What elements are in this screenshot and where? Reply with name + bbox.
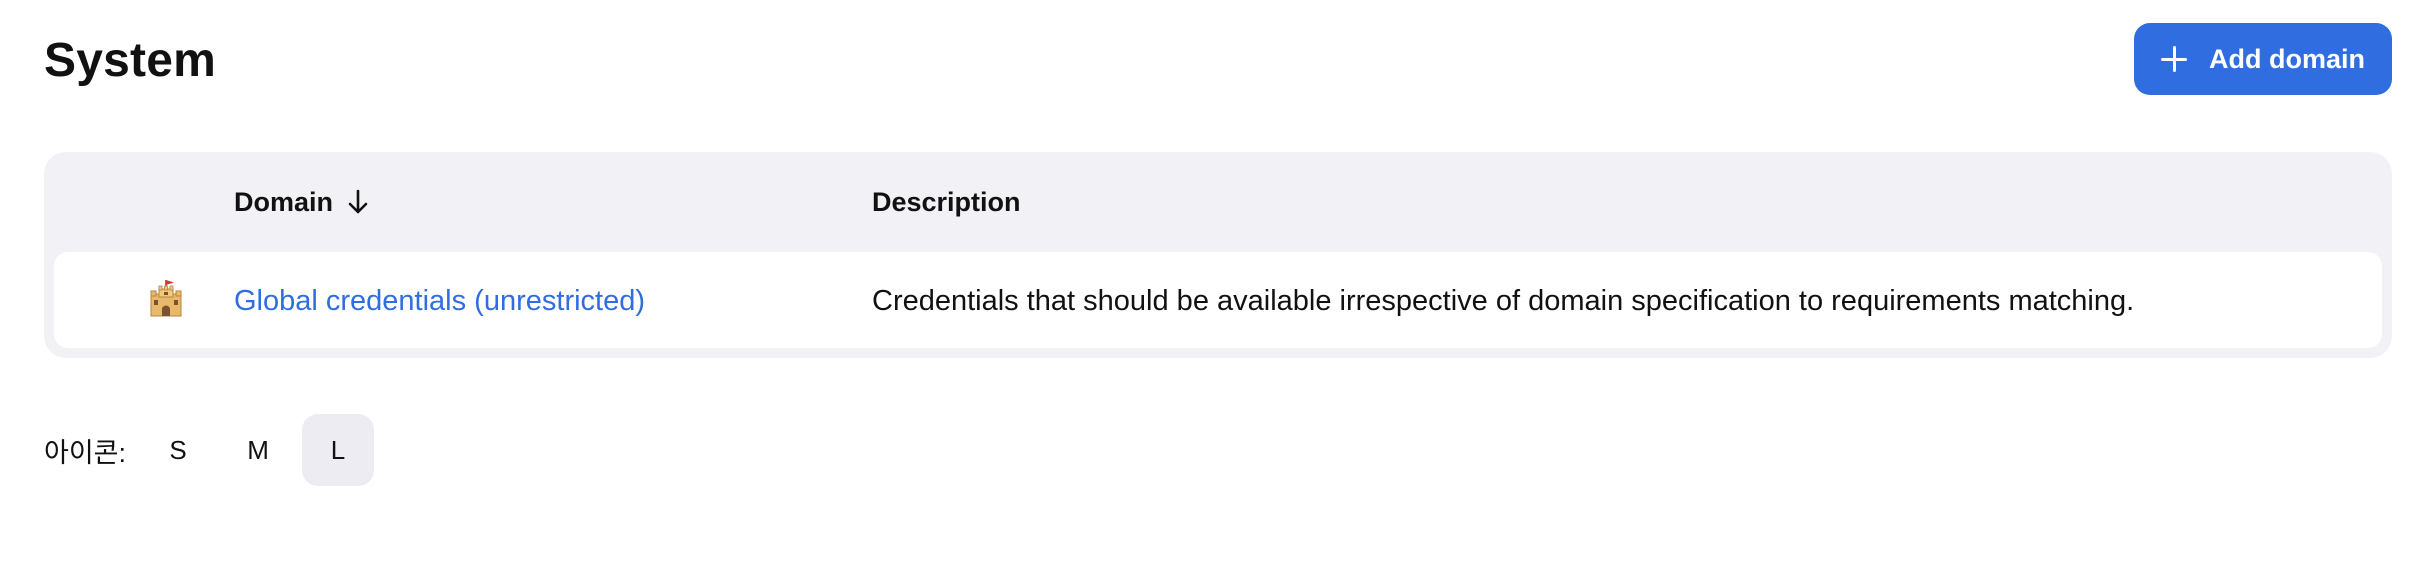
table-header: Domain Description — [44, 152, 2392, 252]
icon-size-large-button[interactable]: L — [302, 414, 375, 486]
column-header-domain-label: Domain — [234, 187, 334, 217]
icon-size-label: 아이콘: — [44, 437, 127, 468]
table-row: Global credentials (unrestricted) Creden… — [54, 252, 2382, 348]
domain-link[interactable]: Global credentials (unrestricted) — [234, 284, 645, 318]
castle-icon — [150, 280, 182, 317]
plus-icon — [2161, 46, 2187, 72]
column-header-description: Description — [872, 187, 1021, 217]
page-header: System Add domain — [44, 22, 2392, 96]
page-title: System — [44, 34, 216, 87]
icon-size-small-button[interactable]: S — [142, 414, 214, 486]
icon-size-selector: 아이콘: S M L — [44, 414, 382, 486]
add-domain-button-label: Add domain — [2209, 43, 2365, 74]
domain-description: Credentials that should be available irr… — [872, 285, 2135, 317]
icon-size-medium-button[interactable]: M — [222, 414, 294, 486]
add-domain-button[interactable]: Add domain — [2134, 23, 2392, 95]
column-header-domain[interactable]: Domain — [234, 186, 369, 218]
domains-table: Domain Description Global credentials (u… — [44, 152, 2392, 358]
arrow-down-icon — [348, 189, 368, 214]
